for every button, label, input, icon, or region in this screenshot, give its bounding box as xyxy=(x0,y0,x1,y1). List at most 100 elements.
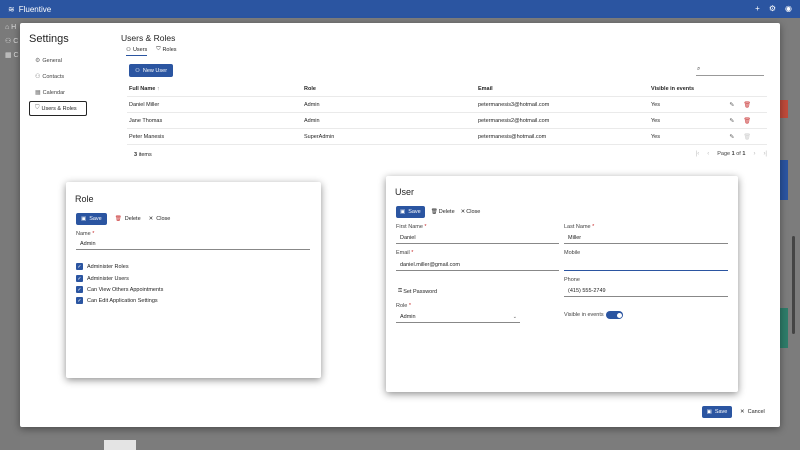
checkbox-checked-icon[interactable]: ✓ xyxy=(76,275,83,282)
key-icon: ⚿ xyxy=(398,288,403,294)
settings-save-button[interactable]: ▣ Save xyxy=(702,406,732,418)
role-delete-button[interactable]: 🗑 Delete xyxy=(115,216,141,222)
add-icon[interactable]: + xyxy=(755,4,760,13)
permission-view-others-appointments[interactable]: ✓ Can View Others Appointments xyxy=(76,286,163,293)
tab-users[interactable]: ⚇ Users xyxy=(126,46,148,56)
tab-roles[interactable]: ⛉ Roles xyxy=(156,46,176,55)
edit-icon[interactable]: ✎ xyxy=(729,117,734,124)
nav-item-label: Users & Roles xyxy=(41,105,77,112)
role-close-button[interactable]: ✕ Close xyxy=(149,216,171,222)
delete-icon: 🗑 xyxy=(743,134,751,140)
avatar-icon[interactable]: ◉ xyxy=(785,4,792,13)
contacts-icon: ⚇ xyxy=(35,74,41,80)
bg-side-item: ⚇ C xyxy=(5,38,19,45)
close-icon: ✕ xyxy=(148,216,154,222)
shield-icon: ⛉ xyxy=(35,105,40,111)
settings-cancel-button[interactable]: ✕ Cancel xyxy=(740,406,765,418)
shield-icon: ⛉ xyxy=(156,46,161,52)
cell-visible: Yes xyxy=(651,117,660,124)
visible-in-events-toggle[interactable] xyxy=(606,311,623,319)
cell-email: petermanesis3@hotmail.com xyxy=(478,101,550,108)
topbar-actions: + ⚙ ◉ xyxy=(755,4,792,13)
role-name-label: Name * xyxy=(76,231,95,237)
nav-item-general[interactable]: ⚙ General xyxy=(29,53,87,68)
column-header-role[interactable]: Role xyxy=(304,86,316,92)
cancel-label: Cancel xyxy=(747,409,765,415)
role-name-input[interactable]: Admin xyxy=(76,239,310,250)
role-dialog-title: Role xyxy=(75,194,94,204)
edit-icon[interactable]: ✎ xyxy=(729,133,734,140)
role-toolbar: ▣ Save 🗑 Delete ✕ Close xyxy=(76,213,170,225)
role-select[interactable]: Admin ⌄ xyxy=(396,312,520,323)
user-close-button[interactable]: ✕ Close xyxy=(461,209,481,215)
users-table: Full Name ↑ Role Email Visible in events… xyxy=(127,81,767,161)
app-topbar: ≋ Fluentive + ⚙ ◉ xyxy=(0,0,800,18)
cell-full-name: Jane Thomas xyxy=(129,117,163,124)
checkbox-checked-icon[interactable]: ✓ xyxy=(76,286,83,293)
cell-email: petermanesis2@hotmail.com xyxy=(478,117,550,124)
last-name-input[interactable]: Miller xyxy=(564,233,728,244)
column-header-visible[interactable]: Visible in events xyxy=(651,86,694,92)
permission-administer-roles[interactable]: ✓ Administer Roles xyxy=(76,263,129,270)
bg-accent-block xyxy=(780,100,788,118)
save-icon: ▣ xyxy=(400,209,406,215)
settings-title: Settings xyxy=(29,33,69,45)
tab-label: Roles xyxy=(162,46,177,53)
table-row[interactable]: Daniel Miller Admin petermanesis3@hotmai… xyxy=(127,97,767,113)
delete-icon[interactable]: 🗑 xyxy=(743,101,751,108)
permission-administer-users[interactable]: ✓ Administer Users xyxy=(76,275,129,282)
delete-icon: 🗑 xyxy=(430,209,438,215)
column-header-full-name[interactable]: Full Name ↑ xyxy=(129,86,160,92)
new-user-label: New User xyxy=(142,67,168,74)
nav-item-calendar[interactable]: ▦ Calendar xyxy=(29,85,87,100)
role-dialog: Role ▣ Save 🗑 Delete ✕ Close Name * Admi… xyxy=(66,182,321,378)
bg-accent-block xyxy=(780,160,788,200)
background-sidebar: ⌂ H ⚇ C ▦ C xyxy=(0,18,20,450)
phone-input[interactable]: (415) 555-2749 xyxy=(564,286,728,297)
user-delete-button[interactable]: 🗑 Delete xyxy=(431,209,455,215)
cell-full-name: Peter Manesis xyxy=(129,133,165,140)
email-field[interactable]: daniel.miller@gmail.com xyxy=(396,260,559,271)
checkbox-checked-icon[interactable]: ✓ xyxy=(76,263,83,270)
user-dialog: User ▣ Save 🗑 Delete ✕ Close First Name … xyxy=(386,176,738,392)
table-footer: 3 items |‹ ‹ Page 1 of 1 › ›| xyxy=(127,145,767,161)
table-row[interactable]: Peter Manesis SuperAdmin petermanesis@ho… xyxy=(127,129,767,145)
user-dialog-title: User xyxy=(395,187,415,197)
new-user-button[interactable]: ⚇ New User xyxy=(129,64,173,77)
permission-edit-application-settings[interactable]: ✓ Can Edit Application Settings xyxy=(76,297,158,304)
user-save-button[interactable]: ▣ Save xyxy=(396,206,425,218)
person-icon: ⚇ xyxy=(134,67,140,74)
users-roles-tabs: ⚇ Users ⛉ Roles xyxy=(126,46,177,56)
first-name-input[interactable]: Daniel xyxy=(396,233,559,244)
calendar-icon: ▦ xyxy=(35,90,41,96)
nav-item-users-roles[interactable]: ⛉ Users & Roles xyxy=(29,101,87,116)
tab-label: Users xyxy=(132,46,148,53)
bg-side-item: ▦ C xyxy=(5,52,19,59)
checkbox-checked-icon[interactable]: ✓ xyxy=(76,297,83,304)
table-header: Full Name ↑ Role Email Visible in events xyxy=(127,81,767,97)
gear-icon[interactable]: ⚙ xyxy=(769,4,776,13)
bg-side-item: ⌂ H xyxy=(5,24,17,31)
role-label: Role * xyxy=(396,303,411,309)
cell-role: Admin xyxy=(304,101,320,108)
page-title: Users & Roles xyxy=(121,33,176,43)
edit-icon[interactable]: ✎ xyxy=(729,101,734,108)
mobile-input[interactable] xyxy=(564,260,728,271)
table-row[interactable]: Jane Thomas Admin petermanesis2@hotmail.… xyxy=(127,113,767,129)
cell-role: Admin xyxy=(304,117,320,124)
last-page-icon: ›| xyxy=(763,151,767,157)
app-brand: Fluentive xyxy=(18,4,52,14)
next-page-icon: › xyxy=(753,151,756,157)
background-scrollbar xyxy=(792,236,795,334)
nav-item-label: Calendar xyxy=(42,89,65,96)
nav-item-label: Contacts xyxy=(42,73,65,80)
role-save-button[interactable]: ▣ Save xyxy=(76,213,107,225)
delete-icon[interactable]: 🗑 xyxy=(743,117,751,124)
column-header-email[interactable]: Email xyxy=(478,86,493,92)
set-password-button[interactable]: ⚿ Set Password xyxy=(398,288,437,295)
nav-item-contacts[interactable]: ⚇ Contacts xyxy=(29,69,87,84)
cell-email: petermanesis@hotmail.com xyxy=(478,133,547,140)
cell-visible: Yes xyxy=(651,133,660,140)
search-input[interactable]: ⌕ xyxy=(696,64,764,76)
first-page-icon: |‹ xyxy=(695,151,700,157)
